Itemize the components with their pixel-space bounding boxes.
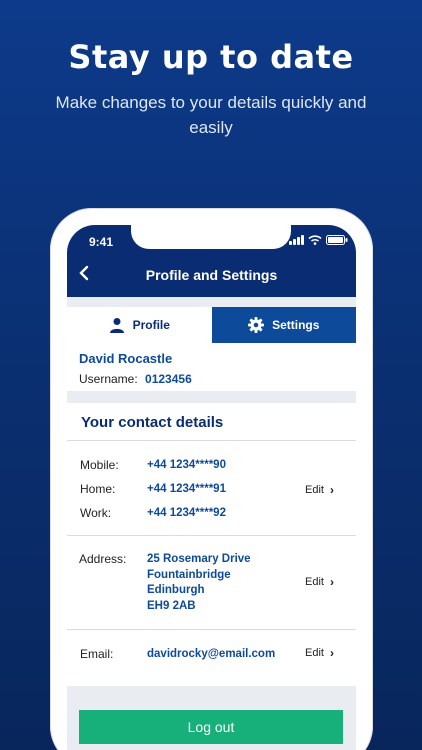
edit-label: Edit [305,647,324,659]
phone-value: +44 1234****91 [147,483,226,495]
person-icon [109,318,124,333]
email-block: Email: davidrocky@email.com Edit › [67,630,356,686]
wifi-icon [308,235,322,245]
phone-row-mobile: Mobile: +44 1234****90 [67,453,356,477]
phone-value: +44 1234****90 [147,459,226,471]
edit-label: Edit [305,576,324,588]
edit-phones-button[interactable]: Edit › [305,483,334,497]
phone-label: Work: [80,506,112,520]
email-label: Email: [80,647,114,661]
username-label: Username: [79,372,138,386]
address-lines: 25 Rosemary Drive Fountainbridge Edinbur… [147,552,251,614]
address-line: 25 Rosemary Drive [147,553,251,565]
user-card: David Rocastle Username: 0123456 [67,343,356,391]
phone-block: Mobile: +44 1234****90 Home: +44 1234***… [67,441,356,536]
address-block: Address: 25 Rosemary Drive Fountainbridg… [67,536,356,630]
contact-details-card: Your contact details Mobile: +44 1234***… [67,403,356,686]
edit-email-button[interactable]: Edit › [305,646,334,660]
tab-profile[interactable]: Profile [67,307,212,343]
tab-bar: Profile Settings [67,307,356,343]
address-line: Fountainbridge [147,568,231,581]
signal-icon [289,235,304,245]
section-title: Your contact details [67,403,356,441]
hero-title: Stay up to date [68,38,354,76]
tab-settings-label: Settings [272,318,320,332]
phone-notch [131,225,291,249]
logout-button[interactable]: Log out [79,710,343,744]
tab-settings[interactable]: Settings [211,307,356,343]
status-icons [289,235,348,245]
phone-row-work: Work: +44 1234****92 [67,501,356,525]
phone-value: +44 1234****92 [147,507,226,519]
phone-label: Home: [80,482,116,496]
edit-address-button[interactable]: Edit › [305,575,334,589]
gear-icon [248,317,265,333]
status-time: 9:41 [89,235,114,249]
logout-area: Log out [67,686,356,750]
chevron-right-icon: › [330,483,334,497]
phone-label: Mobile: [80,458,119,472]
username-row: Username: 0123456 [79,372,344,386]
chevron-right-icon: › [330,646,334,660]
battery-icon [326,235,348,245]
hero-subtitle: Make changes to your details quickly and… [55,93,367,137]
tab-profile-label: Profile [132,318,170,332]
address-line: Edinburgh [147,584,205,596]
phone-screen: 9:41 Profile and Settings Profile Settin… [67,225,356,750]
address-line: EH9 2AB [147,599,196,612]
username-value: 0123456 [145,372,192,386]
top-bar: 9:41 Profile and Settings [67,225,356,297]
address-label: Address: [79,552,127,566]
email-value: davidrocky@email.com [147,648,276,660]
chevron-right-icon: › [330,575,334,589]
page-title: Profile and Settings [145,267,278,283]
user-name: David Rocastle [79,351,173,366]
edit-label: Edit [305,484,324,496]
